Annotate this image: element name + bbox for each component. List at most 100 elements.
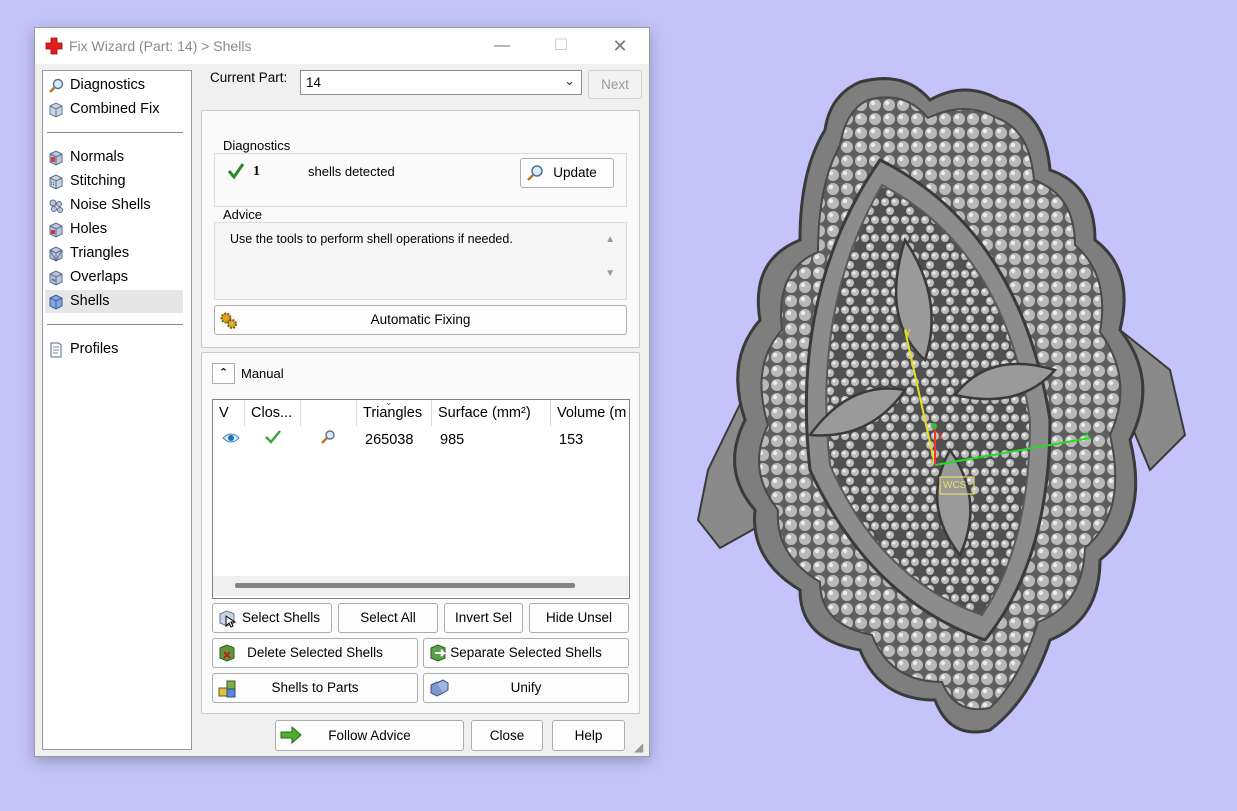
nav-item-profiles[interactable]: Profiles: [45, 338, 183, 361]
separate-selected-shells-button[interactable]: Separate Selected Shells: [423, 638, 629, 668]
unify-button[interactable]: Unify: [423, 673, 629, 703]
follow-advice-label: Follow Advice: [328, 728, 411, 743]
red-cross-icon: [45, 37, 63, 55]
nav-item-combined-fix[interactable]: Combined Fix: [45, 98, 183, 121]
nav-label: Noise Shells: [70, 197, 151, 213]
checkmark-icon: [227, 162, 245, 183]
nav-label: Overlaps: [70, 269, 129, 285]
scroll-down-icon[interactable]: ▼: [605, 268, 615, 279]
invert-sel-button[interactable]: Invert Sel: [444, 603, 523, 633]
nav-divider: [47, 324, 183, 325]
update-button[interactable]: Update: [520, 158, 614, 188]
column-header-find[interactable]: [301, 400, 357, 426]
sort-arrow-icon: ⌄: [385, 399, 393, 407]
magnifier-icon[interactable]: [320, 429, 336, 448]
nav-label: Holes: [70, 221, 108, 237]
shells-table: V Clos... Triangles ⌄ Surface (mm²) Volu…: [212, 399, 630, 599]
maximize-button[interactable]: ☐: [541, 34, 581, 58]
shell-count: 1: [253, 164, 260, 179]
delete-selected-shells-button[interactable]: Delete Selected Shells: [212, 638, 418, 668]
cube-holes-icon: [48, 222, 64, 238]
minimize-button[interactable]: —: [482, 34, 522, 58]
column-header-v[interactable]: V: [213, 400, 245, 426]
shells-to-parts-button[interactable]: Shells to Parts: [212, 673, 418, 703]
horizontal-scrollbar[interactable]: [213, 576, 629, 596]
3d-viewport[interactable]: y x z WCS: [650, 0, 1237, 808]
resize-grip-icon[interactable]: ◢: [634, 740, 643, 754]
help-button[interactable]: Help: [552, 720, 625, 751]
nav-item-triangles[interactable]: Triangles: [45, 242, 183, 265]
eye-icon[interactable]: [222, 431, 240, 448]
cube-triangles-icon: [48, 246, 64, 262]
advice-box: Use the tools to perform shell operation…: [214, 222, 627, 300]
nav-item-holes[interactable]: Holes: [45, 218, 183, 241]
current-part-value: 14: [306, 75, 322, 90]
column-header-closed[interactable]: Clos...: [245, 400, 301, 426]
diagnostics-group-label: Diagnostics: [223, 138, 291, 153]
separate-shell-icon: [429, 644, 447, 662]
delete-shell-icon: [218, 644, 236, 662]
separate-selected-label: Separate Selected Shells: [450, 645, 602, 660]
checkmark-icon: [264, 429, 282, 448]
gears-icon: [219, 311, 237, 329]
update-label: Update: [553, 165, 597, 180]
current-part-select[interactable]: 14 ⌄: [300, 70, 582, 95]
close-button[interactable]: Close: [471, 720, 543, 751]
scroll-up-icon[interactable]: ▲: [605, 234, 615, 245]
nav-label: Profiles: [70, 341, 119, 357]
cube-shells-icon: [48, 294, 64, 310]
nav-item-noise-shells[interactable]: Noise Shells: [45, 194, 183, 217]
next-button[interactable]: Next: [588, 70, 642, 99]
nav-item-shells[interactable]: Shells: [45, 290, 183, 313]
hide-unsel-button[interactable]: Hide Unsel: [529, 603, 629, 633]
column-header-volume[interactable]: Volume (m: [551, 400, 629, 426]
automatic-fixing-label: Automatic Fixing: [370, 312, 471, 327]
nav-label: Diagnostics: [70, 77, 145, 93]
magnifier-icon: [526, 164, 544, 182]
manual-label: Manual: [241, 366, 284, 381]
diagnostics-panel: Diagnostics 1 shells detected Update Adv…: [201, 110, 640, 348]
follow-advice-button[interactable]: Follow Advice: [275, 720, 464, 751]
nav-label: Combined Fix: [70, 101, 160, 117]
nav-divider: [47, 132, 183, 133]
collapse-toggle-button[interactable]: ⌃: [212, 363, 235, 384]
scrollbar-thumb[interactable]: [235, 583, 575, 588]
y-axis-label: y: [905, 326, 911, 338]
nav-item-diagnostics[interactable]: Diagnostics: [45, 74, 183, 97]
surface-cell: 985: [440, 432, 465, 448]
column-header-triangles[interactable]: Triangles: [357, 400, 432, 426]
shells-to-parts-label: Shells to Parts: [271, 680, 359, 695]
table-row[interactable]: 265038 985 153: [213, 426, 629, 452]
green-arrow-icon: [280, 725, 302, 745]
nav-label: Shells: [70, 293, 110, 309]
nav-label: Normals: [70, 149, 124, 165]
nav-label: Stitching: [70, 173, 126, 189]
manual-panel: ⌃ Manual V Clos... Triangles ⌄ Surface (…: [201, 352, 640, 714]
nav-label: Triangles: [70, 245, 130, 261]
view-label: WCS: [943, 480, 967, 491]
select-shells-label: Select Shells: [241, 610, 321, 625]
z-axis-label: z: [938, 430, 944, 442]
close-window-button[interactable]: ✕: [600, 34, 640, 58]
title-bar[interactable]: Fix Wizard (Part: 14) > Shells — ☐ ✕: [35, 28, 649, 64]
document-icon: [48, 342, 64, 358]
advice-group-label: Advice: [223, 207, 263, 222]
ring-model: [696, 77, 1187, 734]
unify-icon: [429, 679, 449, 697]
volume-cell: 153: [559, 432, 584, 448]
x-axis-label: x: [1084, 428, 1090, 440]
select-shells-button[interactable]: Select Shells: [212, 603, 332, 633]
nav-item-normals[interactable]: Normals: [45, 146, 183, 169]
select-all-button[interactable]: Select All: [338, 603, 438, 633]
nav-item-stitching[interactable]: Stitching: [45, 170, 183, 193]
unify-label: Unify: [510, 680, 542, 695]
triangles-cell: 265038: [365, 432, 414, 448]
shells-to-parts-icon: [218, 679, 236, 698]
advice-text: Use the tools to perform shell operation…: [230, 232, 513, 246]
window-title: Fix Wizard (Part: 14) > Shells: [69, 38, 252, 54]
automatic-fixing-button[interactable]: Automatic Fixing: [214, 305, 627, 335]
nav-item-overlaps[interactable]: Overlaps: [45, 266, 183, 289]
cube-icon: [48, 102, 64, 118]
column-header-surface[interactable]: Surface (mm²): [432, 400, 551, 426]
magnifier-icon: [48, 78, 64, 93]
